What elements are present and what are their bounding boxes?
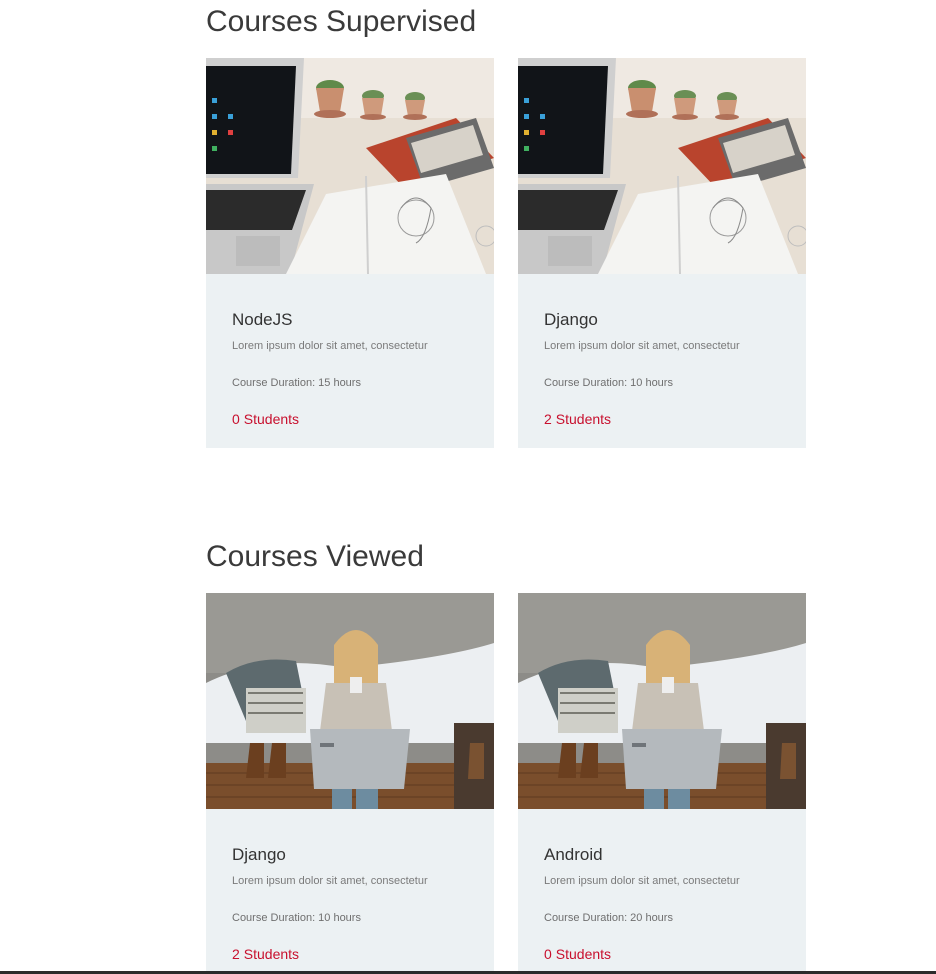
course-title[interactable]: Django [544, 310, 598, 330]
courses-supervised-section: Courses Supervised NodeJS Lorem ipsum do… [206, 0, 806, 448]
course-description: Lorem ipsum dolor sit amet, consectetur [544, 340, 740, 352]
course-image [206, 593, 494, 809]
course-students-link[interactable]: 0 Students [544, 946, 611, 962]
course-image [518, 58, 806, 274]
page: Courses Supervised NodeJS Lorem ipsum do… [0, 0, 936, 974]
students-label: Students [555, 411, 612, 427]
course-students-link[interactable]: 0 Students [232, 411, 299, 427]
course-card[interactable]: NodeJS Lorem ipsum dolor sit amet, conse… [206, 58, 494, 448]
course-duration-value: 20 hours [630, 912, 673, 924]
course-duration: Course Duration: 20 hours [544, 912, 673, 924]
students-count: 2 [544, 411, 552, 427]
students-count: 0 [544, 946, 552, 962]
section-title: Courses Viewed [206, 540, 424, 573]
course-image [518, 593, 806, 809]
students-label: Students [243, 946, 300, 962]
course-students-link[interactable]: 2 Students [232, 946, 299, 962]
course-title[interactable]: Android [544, 845, 603, 865]
students-count: 2 [232, 946, 240, 962]
courses-viewed-section: Courses Viewed Django Lorem ipsum dolor … [206, 535, 806, 974]
students-label: Students [243, 411, 300, 427]
course-duration-label: Course Duration: [232, 377, 316, 389]
course-duration-value: 10 hours [318, 912, 361, 924]
course-description: Lorem ipsum dolor sit amet, consectetur [544, 875, 740, 887]
course-duration: Course Duration: 10 hours [544, 377, 673, 389]
course-students-link[interactable]: 2 Students [544, 411, 611, 427]
section-title: Courses Supervised [206, 5, 477, 38]
course-duration-value: 15 hours [318, 377, 361, 389]
course-duration-label: Course Duration: [232, 912, 316, 924]
course-card[interactable]: Django Lorem ipsum dolor sit amet, conse… [206, 593, 494, 974]
course-description: Lorem ipsum dolor sit amet, consectetur [232, 875, 428, 887]
course-card[interactable]: Django Lorem ipsum dolor sit amet, conse… [518, 58, 806, 448]
course-description: Lorem ipsum dolor sit amet, consectetur [232, 340, 428, 352]
course-duration: Course Duration: 15 hours [232, 377, 361, 389]
course-duration: Course Duration: 10 hours [232, 912, 361, 924]
course-image [206, 58, 494, 274]
course-duration-label: Course Duration: [544, 912, 628, 924]
course-duration-value: 10 hours [630, 377, 673, 389]
course-card[interactable]: Android Lorem ipsum dolor sit amet, cons… [518, 593, 806, 974]
students-count: 0 [232, 411, 240, 427]
course-title[interactable]: NodeJS [232, 310, 292, 330]
course-title[interactable]: Django [232, 845, 286, 865]
students-label: Students [555, 946, 612, 962]
course-duration-label: Course Duration: [544, 377, 628, 389]
